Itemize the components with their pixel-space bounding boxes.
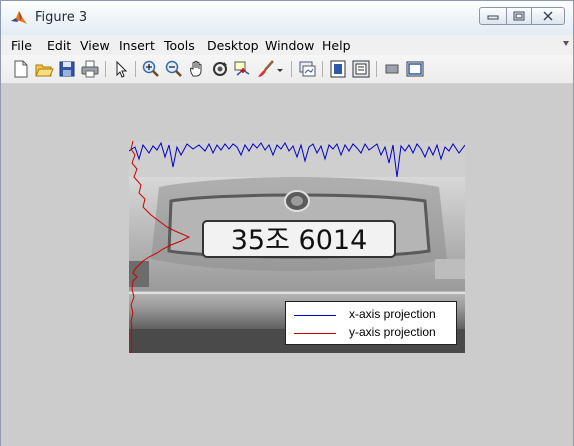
colorbar-icon: [330, 60, 346, 78]
menu-help[interactable]: Help: [322, 38, 351, 53]
rotate-3d-icon: [213, 62, 227, 76]
legend-entry-x: x-axis projection: [292, 307, 452, 323]
legend-button[interactable]: [351, 59, 371, 79]
menu-tools[interactable]: Tools: [164, 38, 195, 53]
colorbar-button[interactable]: [328, 59, 348, 79]
new-figure-button[interactable]: [11, 59, 31, 79]
brush-button[interactable]: [256, 59, 276, 79]
close-button[interactable]: [531, 7, 565, 25]
legend-line-x: [294, 315, 336, 316]
legend-line-y: [294, 333, 336, 334]
menu-insert[interactable]: Insert: [119, 38, 155, 53]
menu-edit[interactable]: Edit: [47, 38, 71, 53]
y-axis-projection-line: [130, 141, 191, 353]
print-button[interactable]: [80, 59, 100, 79]
menu-window[interactable]: Window: [265, 38, 314, 53]
pointer-icon: [116, 60, 128, 78]
matlab-logo-icon: [11, 11, 27, 24]
legend-icon: [352, 60, 370, 78]
data-cursor-icon: [234, 61, 250, 76]
title-bar[interactable]: Figure 3: [1, 1, 573, 35]
pan-hand-icon: [190, 60, 202, 77]
minimize-button[interactable]: [479, 7, 507, 25]
brush-icon: [258, 60, 274, 77]
menu-file[interactable]: File: [11, 38, 32, 53]
brush-dropdown-icon: [277, 69, 283, 72]
show-plot-tools-icon: [406, 61, 424, 77]
hide-plot-tools-button[interactable]: [382, 59, 402, 79]
brush-dropdown-button[interactable]: [275, 59, 285, 79]
show-plot-tools-button[interactable]: [405, 59, 425, 79]
data-cursor-button[interactable]: [233, 59, 253, 79]
save-button[interactable]: [57, 59, 77, 79]
close-icon: [543, 11, 553, 21]
toolbar-separator: [322, 61, 323, 77]
pan-button[interactable]: [187, 59, 207, 79]
dock-arrow-icon[interactable]: [563, 41, 569, 47]
menu-bar: File Edit View Insert Tools Desktop Wind…: [1, 35, 573, 55]
toolbar-separator: [105, 61, 106, 77]
link-plot-button[interactable]: [297, 59, 317, 79]
plot-legend[interactable]: x-axis projection y-axis projection: [285, 301, 457, 345]
legend-label-y: y-axis projection: [349, 325, 436, 339]
menu-view[interactable]: View: [80, 38, 110, 53]
figure-toolbar: [1, 55, 573, 84]
toolbar-separator: [135, 61, 136, 77]
maximize-button[interactable]: [506, 7, 532, 25]
pointer-button[interactable]: [111, 59, 131, 79]
open-file-icon: [35, 64, 54, 77]
toolbar-separator: [376, 61, 377, 77]
zoom-out-button[interactable]: [164, 59, 184, 79]
hide-plot-tools-icon: [385, 64, 399, 74]
figure-window: Figure 3 File Edit View Insert Tools Des…: [0, 0, 574, 446]
maximize-icon: [513, 11, 525, 21]
window-title: Figure 3: [35, 10, 88, 25]
print-icon: [81, 60, 99, 78]
new-figure-icon: [14, 60, 28, 78]
zoom-out-icon: [165, 60, 182, 77]
rotate-3d-button[interactable]: [210, 59, 230, 79]
zoom-in-icon: [142, 60, 159, 77]
legend-label-x: x-axis projection: [349, 307, 436, 321]
open-file-button[interactable]: [34, 59, 54, 79]
toolbar-separator: [291, 61, 292, 77]
zoom-in-button[interactable]: [141, 59, 161, 79]
menu-desktop[interactable]: Desktop: [207, 38, 259, 53]
x-axis-projection-line: [129, 141, 465, 178]
minimize-icon: [487, 15, 499, 20]
legend-entry-y: y-axis projection: [292, 325, 452, 341]
link-plot-icon: [299, 61, 316, 77]
save-icon: [59, 61, 75, 77]
